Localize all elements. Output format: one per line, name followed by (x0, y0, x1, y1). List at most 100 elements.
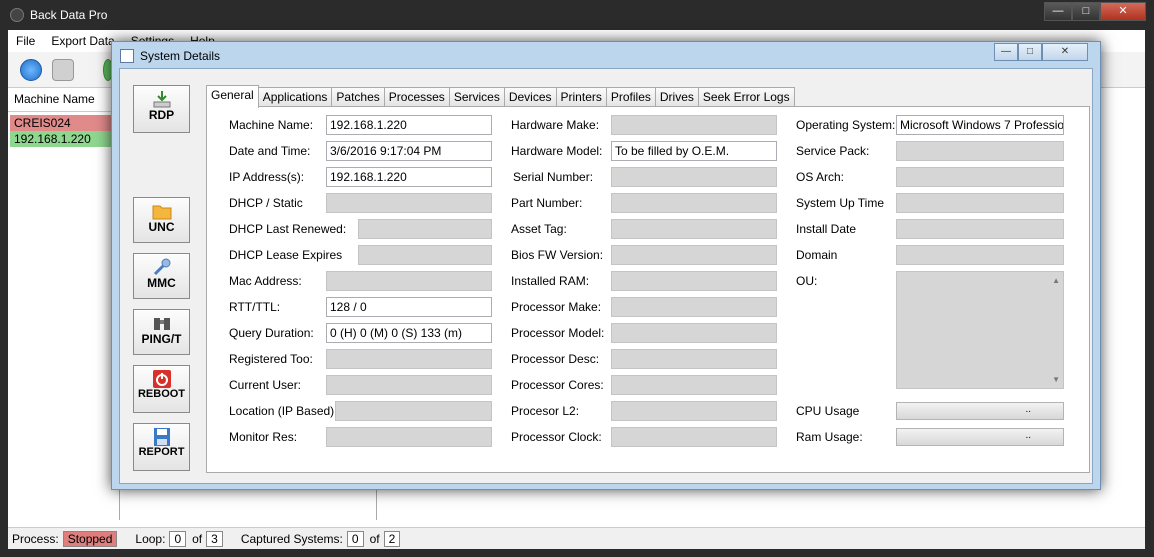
location-field[interactable] (335, 401, 492, 421)
system-uptime-label: System Up Time (796, 196, 885, 210)
reboot-button[interactable]: REBOOT (133, 365, 190, 413)
os-arch-field[interactable] (896, 167, 1064, 187)
binoculars-icon (153, 318, 170, 330)
list-item[interactable]: CREIS024 (10, 115, 118, 131)
scroll-up-icon[interactable]: ▲ (1052, 276, 1060, 285)
loop-current: 0 (169, 530, 187, 547)
domain-field[interactable] (896, 245, 1064, 265)
processor-model-field[interactable] (611, 323, 777, 343)
query-duration-label: Query Duration: (229, 326, 314, 340)
dialog-close-button[interactable]: ✕ (1042, 43, 1088, 61)
hardware-make-field[interactable] (611, 115, 777, 135)
machine-list: Machine Name CREIS024 192.168.1.220 (8, 88, 120, 520)
serial-number-field[interactable] (611, 167, 777, 187)
os-arch-label: OS Arch: (796, 170, 845, 184)
stop-icon[interactable] (52, 59, 74, 81)
process-status-badge: Stopped (62, 530, 118, 547)
mmc-label: MMC (147, 276, 176, 290)
close-button[interactable]: ✕ (1100, 2, 1146, 21)
report-button[interactable]: REPORT (133, 423, 190, 471)
machine-name-header[interactable]: Machine Name (8, 88, 120, 112)
tab-printers[interactable]: Printers (555, 87, 607, 107)
processor-make-field[interactable] (611, 297, 777, 317)
ou-textarea[interactable]: ▲ ▼ (896, 271, 1064, 389)
query-duration-field[interactable]: 0 (H) 0 (M) 0 (S) 133 (m) (326, 323, 492, 343)
date-time-field[interactable]: 3/6/2016 9:17:04 PM (326, 141, 492, 161)
bios-version-label: Bios FW Version: (511, 248, 604, 262)
process-label: Process: (12, 531, 59, 546)
processor-desc-field[interactable] (611, 349, 777, 369)
mac-address-field[interactable] (326, 271, 492, 291)
processor-l2-field[interactable] (611, 401, 777, 421)
part-number-field[interactable] (611, 193, 777, 213)
menu-file[interactable]: File (8, 30, 43, 52)
main-title-bar: Back Data Pro (8, 0, 107, 30)
app-title: Back Data Pro (30, 8, 108, 22)
ou-label: OU: (796, 274, 818, 288)
dialog-minimize-button[interactable]: — (994, 43, 1018, 61)
monitor-res-label: Monitor Res: (229, 430, 298, 444)
ip-address-label: IP Address(s): (229, 170, 305, 184)
monitor-res-field[interactable] (326, 427, 492, 447)
ping-button[interactable]: PING/T (133, 309, 190, 355)
dhcp-static-field[interactable] (326, 193, 492, 213)
date-time-label: Date and Time: (229, 144, 311, 158)
scroll-down-icon[interactable]: ▼ (1052, 375, 1060, 384)
minimize-button[interactable]: — (1044, 2, 1072, 21)
system-uptime-field[interactable] (896, 193, 1064, 213)
tab-profiles[interactable]: Profiles (605, 87, 656, 107)
dhcp-renewed-field[interactable] (358, 219, 492, 239)
asset-tag-field[interactable] (611, 219, 777, 239)
tab-services[interactable]: Services (448, 87, 505, 107)
bios-version-field[interactable] (611, 245, 777, 265)
loop-total: 3 (206, 530, 223, 547)
machine-name-field[interactable]: 192.168.1.220 (326, 115, 492, 135)
processor-cores-label: Processor Cores: (511, 378, 604, 392)
registered-to-field[interactable] (326, 349, 492, 369)
installed-ram-field[interactable] (611, 271, 777, 291)
power-icon (152, 370, 171, 388)
asset-tag-label: Asset Tag: (511, 222, 567, 236)
cpu-usage-bar: .. (896, 402, 1064, 420)
tab-seek-error-logs[interactable]: Seek Error Logs (697, 87, 795, 107)
hardware-model-field[interactable]: To be filled by O.E.M. (611, 141, 777, 161)
list-item[interactable]: 192.168.1.220 (10, 131, 118, 147)
rdp-button[interactable]: RDP (133, 85, 190, 133)
processor-model-label: Processor Model: (511, 326, 605, 340)
operating-system-field[interactable]: Microsoft Windows 7 Professional (896, 115, 1064, 135)
dialog-maximize-button[interactable]: □ (1018, 43, 1042, 61)
ip-address-field[interactable]: 192.168.1.220 (326, 167, 492, 187)
maximize-button[interactable]: □ (1072, 2, 1100, 21)
tab-general[interactable]: General (206, 85, 259, 108)
dialog-client: RDP UNC MMC PING/T REBOOT REPORT General… (119, 68, 1093, 484)
processor-l2-label: Procesor L2: (511, 404, 580, 418)
processor-clock-field[interactable] (611, 427, 777, 447)
unc-button[interactable]: UNC (133, 197, 190, 243)
part-number-label: Part Number: (511, 196, 583, 210)
hardware-model-label: Hardware Model: (511, 144, 603, 158)
install-date-label: Install Date (796, 222, 857, 236)
processor-cores-field[interactable] (611, 375, 777, 395)
service-pack-field[interactable] (896, 141, 1064, 161)
tab-devices[interactable]: Devices (503, 87, 557, 107)
tab-applications[interactable]: Applications (257, 87, 333, 107)
play-icon[interactable] (20, 59, 42, 81)
loop-of: of (192, 531, 203, 546)
service-pack-label: Service Pack: (796, 144, 870, 158)
current-user-field[interactable] (326, 375, 492, 395)
dhcp-expires-field[interactable] (358, 245, 492, 265)
tab-processes[interactable]: Processes (383, 87, 450, 107)
rtt-ttl-field[interactable]: 128 / 0 (326, 297, 492, 317)
hardware-make-label: Hardware Make: (511, 118, 600, 132)
location-label: Location (IP Based): (229, 404, 338, 418)
installed-ram-label: Installed RAM: (511, 274, 590, 288)
processor-make-label: Processor Make: (511, 300, 602, 314)
mmc-button[interactable]: MMC (133, 253, 190, 299)
install-date-field[interactable] (896, 219, 1064, 239)
registered-to-label: Registered Too: (229, 352, 313, 366)
tab-drives[interactable]: Drives (654, 87, 699, 107)
processor-desc-label: Processor Desc: (511, 352, 600, 366)
dhcp-expires-label: DHCP Lease Expires (229, 248, 343, 262)
rtt-ttl-label: RTT/TTL: (229, 300, 281, 314)
tab-patches[interactable]: Patches (331, 87, 385, 107)
